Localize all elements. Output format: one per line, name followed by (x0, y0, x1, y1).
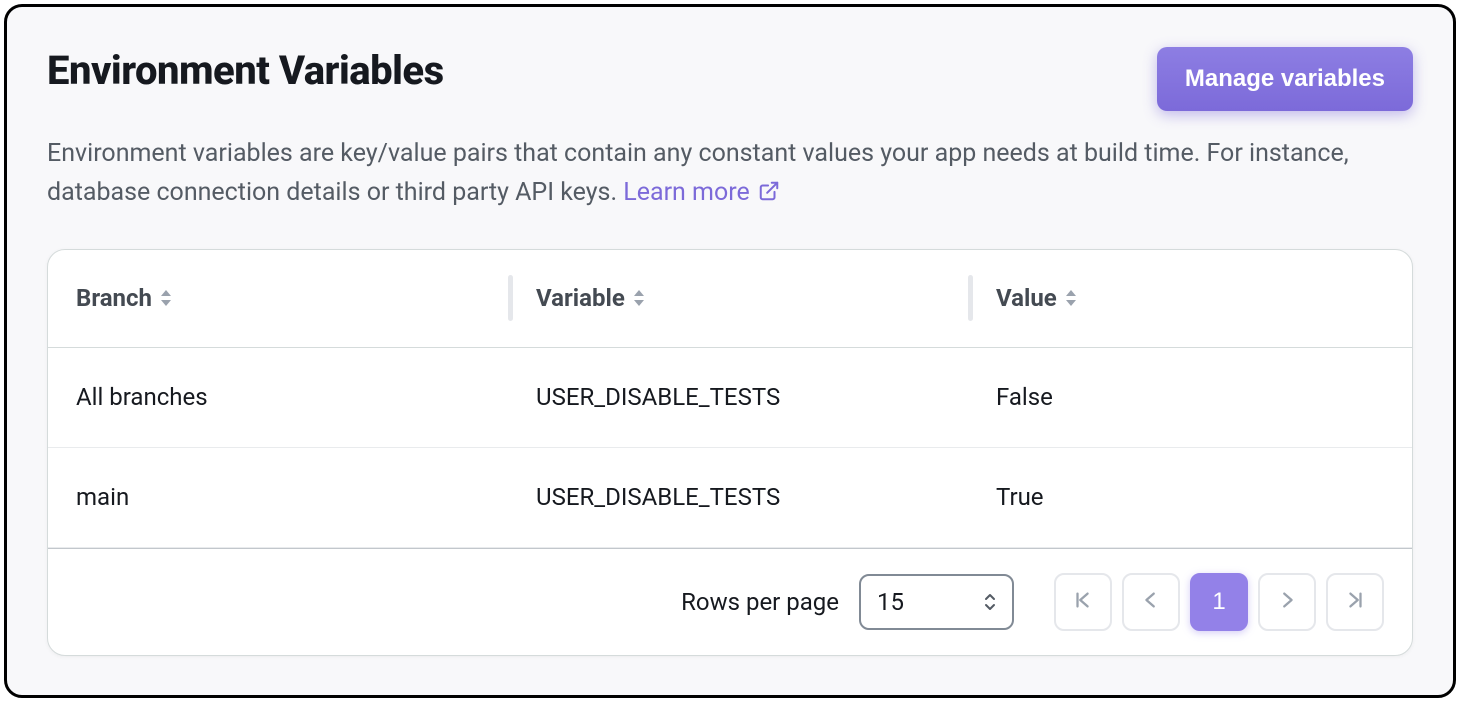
column-divider (508, 275, 513, 321)
rows-per-page-label: Rows per page (681, 588, 839, 616)
cell-variable: USER_DISABLE_TESTS (508, 483, 968, 511)
pager-first-button[interactable] (1054, 573, 1112, 631)
cell-branch: All branches (48, 383, 508, 411)
stepper-icon (984, 593, 996, 611)
chevron-first-icon (1072, 589, 1094, 614)
cell-value: False (968, 383, 1412, 411)
sort-icon (160, 290, 172, 306)
description-text: Environment variables are key/value pair… (47, 135, 1413, 215)
column-header-variable-label: Variable (536, 284, 625, 312)
column-header-value[interactable]: Value (968, 250, 1412, 347)
table-header-row: Branch Variable Value (48, 250, 1412, 348)
rows-per-page-value: 15 (877, 588, 904, 616)
column-header-branch[interactable]: Branch (48, 250, 508, 347)
sort-icon (633, 290, 645, 306)
page-title: Environment Variables (47, 47, 444, 94)
column-header-value-label: Value (996, 284, 1057, 312)
column-header-variable[interactable]: Variable (508, 250, 968, 347)
sort-icon (1065, 290, 1077, 306)
environment-variables-panel: Environment Variables Manage variables E… (4, 4, 1456, 698)
external-link-icon (758, 176, 780, 215)
env-vars-table: Branch Variable Value All b (47, 249, 1413, 656)
cell-value: True (968, 483, 1412, 511)
table-row: main USER_DISABLE_TESTS True (48, 448, 1412, 548)
pager-last-button[interactable] (1326, 573, 1384, 631)
pager-page-1-button[interactable]: 1 (1190, 573, 1248, 631)
manage-variables-button[interactable]: Manage variables (1157, 47, 1413, 111)
chevron-left-icon (1140, 589, 1162, 614)
column-header-branch-label: Branch (76, 284, 152, 312)
rows-per-page-select[interactable]: 15 (859, 574, 1014, 630)
cell-branch: main (48, 483, 508, 511)
learn-more-label: Learn more (623, 178, 749, 207)
header-row: Environment Variables Manage variables (47, 47, 1413, 111)
pager: 1 (1054, 573, 1384, 631)
chevron-last-icon (1344, 589, 1366, 614)
column-divider (968, 275, 973, 321)
pager-next-button[interactable] (1258, 573, 1316, 631)
chevron-right-icon (1276, 589, 1298, 614)
pager-prev-button[interactable] (1122, 573, 1180, 631)
table-footer: Rows per page 15 1 (48, 548, 1412, 655)
table-row: All branches USER_DISABLE_TESTS False (48, 348, 1412, 448)
cell-variable: USER_DISABLE_TESTS (508, 383, 968, 411)
learn-more-link[interactable]: Learn more (623, 178, 780, 207)
